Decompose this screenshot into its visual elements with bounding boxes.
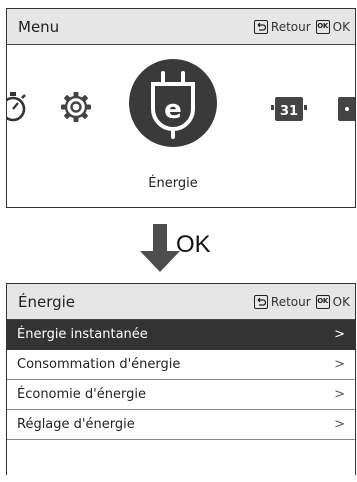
chevron-right-icon: > [334, 327, 345, 342]
back-icon [253, 19, 268, 34]
list-item-energy-settings[interactable]: Réglage d'énergie > [7, 410, 355, 440]
energy-header: Énergie Retour OK OK [7, 284, 355, 320]
list-item-energy-consumption[interactable]: Consommation d'énergie > [7, 350, 355, 380]
list-item-label: Énergie instantanée [17, 327, 148, 342]
back-label: Retour [270, 19, 311, 34]
energy-menu-list: Énergie instantanée > Consommation d'éne… [7, 320, 355, 470]
menu-carousel[interactable]: e Énergie 31 [7, 45, 355, 208]
ok-button[interactable]: OK OK [315, 19, 350, 34]
list-item-label: Économie d'énergie [17, 387, 146, 402]
menu-header: Menu Retour OK OK [7, 9, 355, 45]
energy-selected-icon[interactable]: e [129, 59, 217, 147]
ok-label: OK [332, 294, 350, 309]
calendar-day: 31 [280, 104, 298, 119]
more-icon[interactable] [338, 94, 355, 124]
calendar-icon[interactable]: 31 [271, 94, 307, 124]
ok-icon: OK [315, 19, 330, 34]
menu-panel: Menu Retour OK OK e Énergie 31 [6, 8, 356, 208]
menu-title: Menu [18, 17, 60, 36]
list-item-energy-saving[interactable]: Économie d'énergie > [7, 380, 355, 410]
energy-panel: Énergie Retour OK OK Énergie instantanée… [6, 283, 356, 475]
energy-title: Énergie [18, 292, 76, 311]
list-item-instant-energy[interactable]: Énergie instantanée > [7, 320, 355, 350]
ok-button[interactable]: OK OK [315, 294, 350, 309]
ok-icon: OK [315, 294, 330, 309]
energy-letter: e [164, 95, 182, 125]
ok-label: OK [332, 19, 350, 34]
list-item-label: Réglage d'énergie [17, 417, 135, 432]
chevron-right-icon: > [334, 357, 345, 372]
transition-ok-label: OK [176, 231, 211, 258]
back-button[interactable]: Retour [253, 19, 311, 34]
timer-icon[interactable] [7, 89, 31, 125]
list-item-label: Consommation d'énergie [17, 357, 181, 372]
gear-icon[interactable] [59, 90, 93, 124]
back-label: Retour [270, 294, 311, 309]
back-icon [253, 294, 268, 309]
plug-icon: e [151, 71, 195, 139]
selected-item-label: Énergie [148, 176, 198, 191]
chevron-right-icon: > [334, 387, 345, 402]
chevron-right-icon: > [334, 417, 345, 432]
list-item-empty [7, 440, 355, 470]
back-button[interactable]: Retour [253, 294, 311, 309]
